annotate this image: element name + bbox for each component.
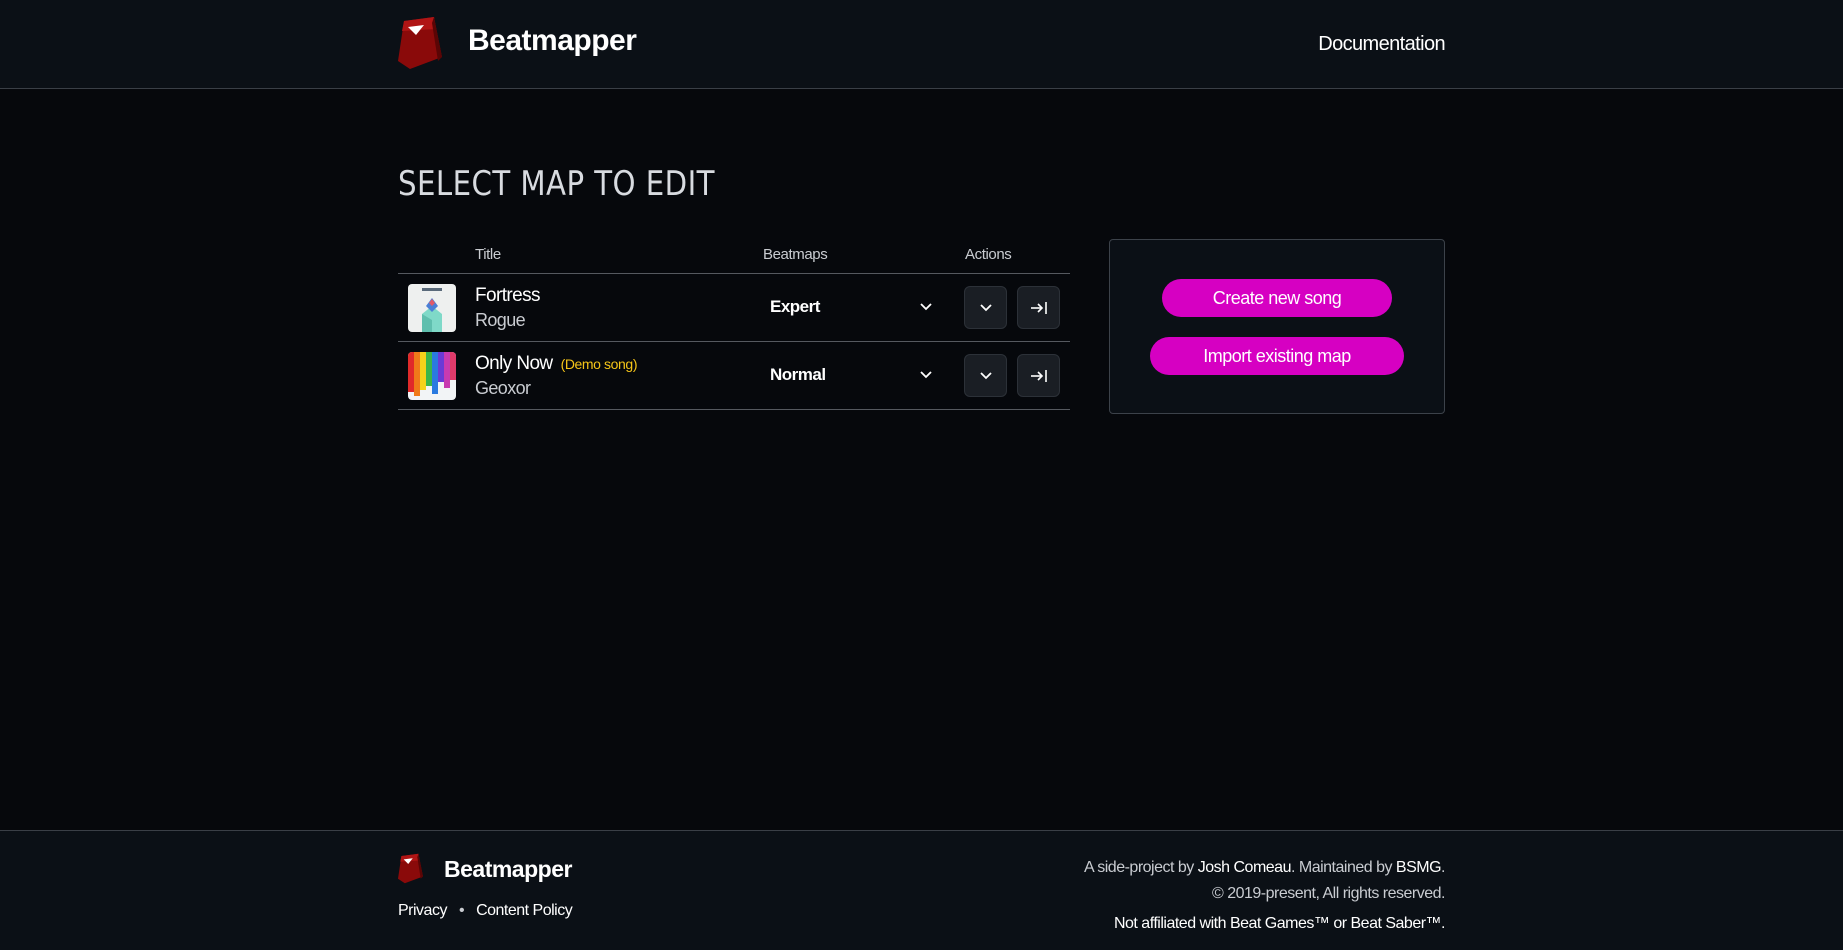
beatmap-select[interactable]: Normal bbox=[768, 356, 938, 392]
import-existing-map-button[interactable]: Import existing map bbox=[1150, 337, 1404, 375]
beatmapper-logo-icon bbox=[398, 853, 423, 884]
table-row: Only Now (Demo song) Geoxor Normal bbox=[398, 342, 1070, 410]
song-artist: Rogue bbox=[475, 310, 526, 330]
column-header-title: Title bbox=[475, 246, 501, 263]
open-song-button[interactable] bbox=[1017, 286, 1060, 329]
expand-song-button[interactable] bbox=[964, 286, 1007, 329]
credit-suffix: . bbox=[1441, 859, 1445, 876]
song-artist: Geoxor bbox=[475, 378, 531, 398]
demo-song-badge: (Demo song) bbox=[560, 356, 638, 372]
song-title: Only Now (Demo song) bbox=[475, 353, 637, 375]
brand-name[interactable]: Beatmapper bbox=[468, 24, 637, 58]
beatmapper-logo-icon[interactable] bbox=[398, 17, 442, 69]
beatmap-select-value: Expert bbox=[770, 297, 820, 316]
song-title: Fortress bbox=[475, 285, 540, 307]
song-title-text: Fortress bbox=[475, 285, 540, 306]
site-footer: Beatmapper Privacy • Content Policy A side… bbox=[0, 830, 1843, 950]
footer-disclaimer: Not affiliated with Beat Games™ or Beat … bbox=[1113, 915, 1446, 932]
create-new-song-button[interactable]: Create new song bbox=[1162, 279, 1392, 317]
song-cover-art bbox=[408, 352, 456, 400]
song-title-text: Only Now bbox=[475, 353, 553, 374]
documentation-link[interactable]: Documentation bbox=[1318, 33, 1445, 56]
credit-prefix: A side-project by bbox=[1084, 859, 1198, 876]
table-header: Title Beatmaps Actions bbox=[398, 240, 1070, 274]
beatmap-select-value: Normal bbox=[770, 365, 826, 384]
footer-link-separator: • bbox=[458, 902, 465, 919]
author-link[interactable]: Josh Comeau bbox=[1198, 859, 1292, 876]
chevron-down-icon bbox=[979, 303, 992, 311]
site-header: Beatmapper Documentation bbox=[0, 0, 1843, 89]
page-title: SELECT MAP TO EDIT bbox=[398, 164, 715, 204]
open-song-button[interactable] bbox=[1017, 354, 1060, 397]
new-song-panel: Create new song Import existing map bbox=[1109, 239, 1445, 414]
content-policy-link[interactable]: Content Policy bbox=[476, 902, 573, 919]
beatmap-select[interactable]: Expert bbox=[768, 288, 938, 324]
arrow-right-to-line-icon bbox=[1030, 369, 1047, 382]
chevron-down-icon bbox=[920, 303, 932, 311]
privacy-link[interactable]: Privacy bbox=[398, 902, 447, 919]
expand-song-button[interactable] bbox=[964, 354, 1007, 397]
table-row: Fortress Rogue Expert bbox=[398, 274, 1070, 342]
song-cover-art bbox=[408, 284, 456, 332]
maintainer-link[interactable]: BSMG bbox=[1396, 859, 1442, 876]
column-header-actions: Actions bbox=[965, 246, 1012, 263]
footer-links: Privacy • Content Policy bbox=[398, 902, 573, 920]
song-table: Title Beatmaps Actions Fortress Rogue Ex… bbox=[398, 240, 1070, 410]
credit-mid: . Maintained by bbox=[1290, 859, 1396, 876]
chevron-down-icon bbox=[920, 371, 932, 379]
footer-credit: A side-project by Josh Comeau. Maintaine… bbox=[1084, 859, 1445, 877]
chevron-down-icon bbox=[979, 371, 992, 379]
footer-copyright: © 2019-present, All rights reserved. bbox=[1211, 885, 1446, 902]
footer-brand-name: Beatmapper bbox=[444, 856, 572, 882]
column-header-beatmaps: Beatmaps bbox=[763, 246, 828, 263]
arrow-right-to-line-icon bbox=[1030, 301, 1047, 314]
